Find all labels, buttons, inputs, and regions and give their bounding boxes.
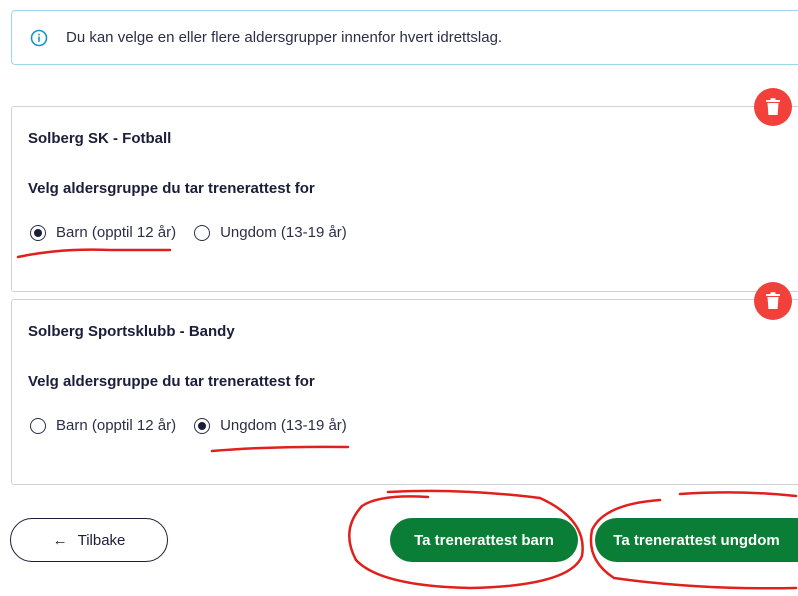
club-title: Solberg SK - Fotball [28,130,172,147]
trash-icon [766,98,780,115]
info-text: Du kan velge en eller flere aldersgruppe… [66,29,503,46]
delete-club-button[interactable] [754,88,792,126]
trash-icon [766,292,780,309]
radio-option-barn[interactable]: Barn (opptil 12 år) [30,417,176,434]
radio-option-ungdom[interactable]: Ungdom (13-19 år) [194,224,347,241]
radio-label: Ungdom (13-19 år) [220,417,347,434]
age-group-radio-group: Barn (opptil 12 år) Ungdom (13-19 år) [30,417,365,434]
radio-button[interactable] [30,417,46,434]
button-label: Ta trenerattest ungdom [613,531,780,549]
button-label: Ta trenerattest barn [414,531,554,549]
info-banner: Du kan velge en eller flere aldersgruppe… [11,10,798,65]
arrow-left-icon: ← [52,531,68,549]
delete-club-button[interactable] [754,282,792,320]
radio-label: Ungdom (13-19 år) [220,224,347,241]
club-title: Solberg Sportsklubb - Bandy [28,323,235,340]
radio-option-barn[interactable]: Barn (opptil 12 år) [30,224,176,241]
club-card-bandy: Solberg Sportsklubb - Bandy Velg aldersg… [11,299,798,485]
back-button-label: Tilbake [77,531,126,549]
age-group-question: Velg aldersgruppe du tar trenerattest fo… [28,180,315,197]
radio-label: Barn (opptil 12 år) [56,417,177,434]
radio-button[interactable] [194,224,211,241]
age-group-radio-group: Barn (opptil 12 år) Ungdom (13-19 år) [30,224,365,241]
radio-button-selected[interactable] [194,417,211,434]
radio-label: Barn (opptil 12 år) [56,224,177,241]
info-circle-icon [30,29,48,46]
club-card-fotball: Solberg SK - Fotball Velg aldersgruppe d… [11,106,798,292]
age-group-question: Velg aldersgruppe du tar trenerattest fo… [28,373,315,390]
annotation-overlay [16,248,798,590]
radio-button-selected[interactable] [30,224,46,241]
back-button[interactable]: ← Tilbake [10,518,168,562]
radio-option-ungdom[interactable]: Ungdom (13-19 år) [194,417,347,434]
page: Du kan velge en eller flere aldersgruppe… [0,0,798,596]
take-attest-barn-button[interactable]: Ta trenerattest barn [390,518,578,562]
take-attest-ungdom-button[interactable]: Ta trenerattest ungdom [595,518,798,562]
